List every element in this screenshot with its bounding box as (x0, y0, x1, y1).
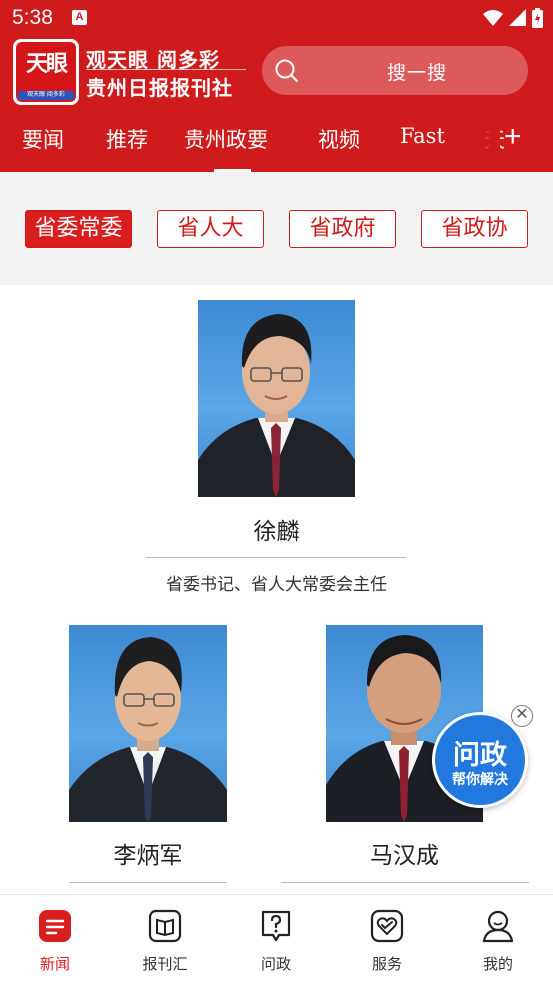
nav-item-wode[interactable]: 我的 (443, 895, 553, 984)
bottom-navigation: 新闻 报刊汇 问政 服务 我的 (0, 894, 553, 984)
tab-fade (470, 118, 500, 172)
logo-sub: 观天眼 阅多彩 (18, 91, 74, 100)
wenzheng-float-button[interactable]: 问政 帮你解决 (432, 712, 528, 808)
logo-text: 天眼 (25, 51, 68, 77)
status-icons (483, 8, 543, 28)
leader-photo[interactable] (198, 300, 355, 497)
wifi-icon (483, 10, 503, 26)
heart-icon (370, 909, 404, 943)
leader-divider (281, 882, 529, 883)
nav-item-fuwu[interactable]: 服务 (332, 895, 442, 984)
subcat-sheng-renda[interactable]: 省人大 (157, 210, 264, 248)
search-bar[interactable]: 搜一搜 (262, 46, 528, 95)
leader-name[interactable]: 徐麟 (198, 512, 355, 546)
search-placeholder: 搜一搜 (386, 62, 447, 84)
nav-item-baokanhui[interactable]: 报刊汇 (110, 895, 220, 984)
logo-badge: 天眼 观天眼 阅多彩 (16, 42, 76, 102)
question-icon (261, 910, 291, 942)
tab-shipin[interactable]: 视频 (318, 124, 360, 154)
brand-divider (86, 69, 246, 70)
channel-tabs: 要闻 推荐 贵州政要 视频 Fast 天 + (0, 118, 553, 172)
leader-photo[interactable] (69, 625, 227, 822)
float-badge-title: 问政 (453, 740, 507, 771)
app-header: 5:38 A 天眼 观天眼 阅多彩 观天眼 阅多彩 贵州日报报刊社 搜一搜 要闻… (0, 0, 553, 172)
nav-item-wenzheng[interactable]: 问政 (221, 895, 331, 984)
leader-divider (69, 882, 227, 883)
status-bar: 5:38 A (0, 0, 553, 36)
leader-name[interactable]: 李炳军 (69, 836, 227, 870)
brand-publisher: 贵州日报报刊社 (86, 76, 233, 100)
nav-item-news[interactable]: 新闻 (0, 895, 110, 984)
subcategory-bar: 省委常委 省人大 省政府 省政协 (0, 172, 553, 285)
battery-icon (532, 8, 543, 28)
leader-divider (146, 557, 406, 558)
profile-icon (482, 910, 514, 943)
tab-yaowen[interactable]: 要闻 (22, 124, 64, 154)
tab-guizhou-zhengyao[interactable]: 贵州政要 (184, 124, 268, 154)
book-icon (148, 909, 182, 943)
nav-label: 我的 (482, 955, 513, 973)
leader-title: 省委书记、省人大常委会主任 (166, 575, 387, 595)
tab-fast[interactable]: Fast (400, 124, 445, 148)
news-icon (39, 910, 71, 942)
search-icon (275, 59, 298, 82)
nav-label: 问政 (260, 955, 291, 973)
subcat-sheng-zhengfu[interactable]: 省政府 (289, 210, 396, 248)
status-time: 5:38 (12, 6, 53, 29)
signal-icon (509, 9, 526, 26)
float-badge-subtitle: 帮你解决 (452, 772, 508, 788)
subcat-sheng-zhengxie[interactable]: 省政协 (421, 210, 528, 248)
add-channel-icon[interactable]: + (504, 120, 522, 154)
subcat-shengwei-changwei[interactable]: 省委常委 (25, 210, 132, 248)
tab-tuijian[interactable]: 推荐 (106, 124, 148, 154)
nav-label: 新闻 (39, 955, 70, 973)
nav-label: 报刊汇 (142, 955, 188, 973)
close-icon[interactable]: ✕ (511, 705, 533, 727)
notification-a-icon: A (72, 10, 87, 25)
nav-label: 服务 (371, 955, 402, 973)
portrait-illustration (69, 637, 227, 822)
leader-name[interactable]: 马汉成 (326, 836, 483, 870)
portrait-illustration (198, 314, 355, 497)
app-logo[interactable]: 天眼 观天眼 阅多彩 (13, 39, 79, 105)
